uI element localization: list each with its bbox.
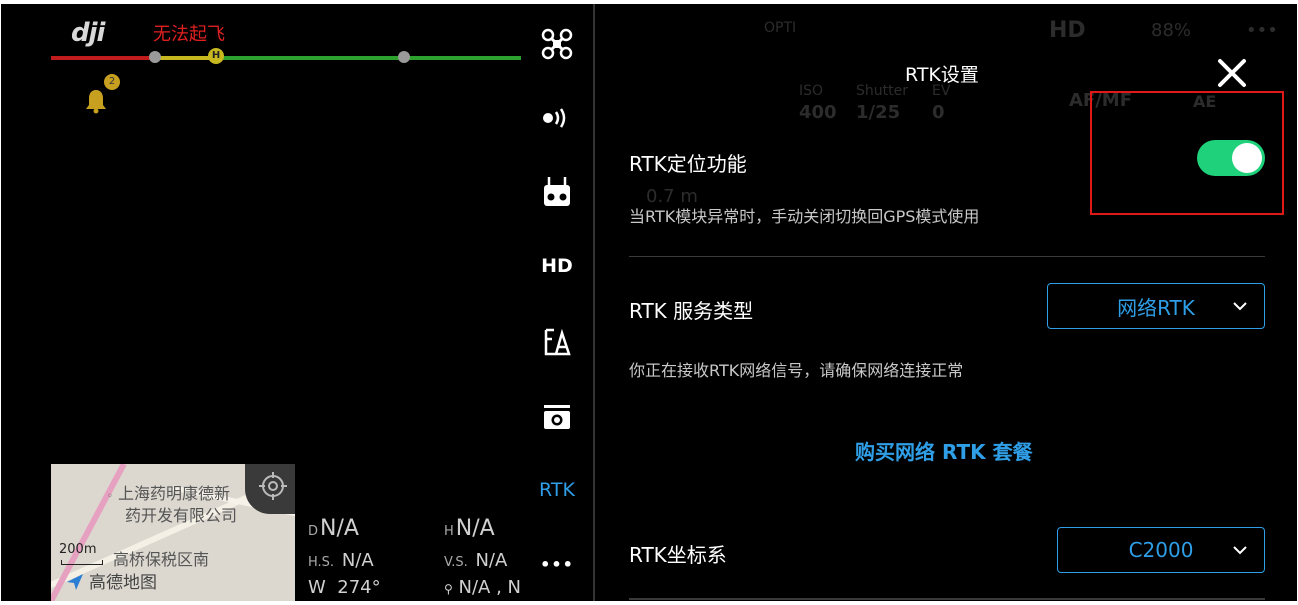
- menu-item-aircraft[interactable]: [521, 24, 593, 64]
- map-scale-bar: [61, 560, 103, 565]
- map-provider-logo: 高德地图: [89, 573, 157, 593]
- battery-settings-icon: [544, 328, 571, 356]
- location-arrow-icon: [67, 574, 83, 590]
- rtk-positioning-label: RTK定位功能: [629, 152, 747, 176]
- telemetry-height: HN/A: [444, 516, 495, 541]
- close-button[interactable]: [1212, 53, 1252, 93]
- chevron-down-icon: [1233, 302, 1247, 311]
- chevron-down-icon: [1233, 546, 1247, 555]
- menu-item-battery[interactable]: [521, 322, 593, 362]
- home-point-marker: H: [208, 48, 224, 64]
- telemetry-distance: DN/A: [308, 516, 359, 541]
- telemetry-heading: W 274°: [308, 577, 381, 598]
- notification-badge: 2: [104, 74, 120, 90]
- map-locate-button[interactable]: [245, 464, 295, 514]
- map-scale: 200m: [59, 542, 97, 557]
- remote-controller-icon: [544, 177, 570, 206]
- rtk-service-type-label: RTK 服务类型: [629, 299, 754, 323]
- map-area-label: 高桥保税区南: [113, 550, 210, 569]
- menu-item-hd[interactable]: HD: [521, 246, 593, 286]
- highlight-box: [1090, 91, 1284, 215]
- telemetry-horizontal-speed: H.S. N/A: [308, 550, 374, 571]
- menu-item-remote-controller[interactable]: [521, 172, 593, 212]
- menu-item-camera[interactable]: [521, 397, 593, 437]
- settings-side-menu: HD RTK •••: [521, 4, 593, 601]
- camera-icon: [544, 405, 570, 429]
- rtk-settings-panel: RTK设置 RTK定位功能 当RTK模块异常时，手动关闭切换回GPS模式使用 R…: [595, 4, 1297, 601]
- rtk-service-type-select[interactable]: 网络RTK: [1047, 283, 1265, 329]
- panel-title: RTK设置: [905, 64, 979, 86]
- row-divider: [629, 256, 1265, 257]
- rtk-coord-system-select[interactable]: C2000: [1057, 527, 1265, 573]
- flight-status: 无法起飞: [153, 24, 225, 45]
- progress-marker: [398, 51, 410, 63]
- drone-icon: [541, 28, 573, 60]
- bell-icon[interactable]: [85, 88, 107, 114]
- progress-danger-segment: [51, 56, 155, 60]
- menu-item-sensing[interactable]: [521, 98, 593, 138]
- crosshair-icon: [259, 472, 287, 500]
- menu-item-more[interactable]: •••: [521, 544, 593, 584]
- telemetry-location: ⚲ N/A , N: [444, 577, 522, 598]
- location-pin-icon: ⚲: [444, 582, 453, 596]
- close-icon: [1218, 59, 1246, 87]
- app-screen: dji 无法起飞 H 2 ◦ 上海药明康德新 药开发有限公司 高桥保税区南 20…: [1, 4, 1297, 601]
- menu-item-rtk[interactable]: RTK: [521, 470, 593, 510]
- row-divider: [629, 598, 1265, 600]
- dji-logo: dji: [71, 18, 105, 48]
- rtk-positioning-desc: 当RTK模块异常时，手动关闭切换回GPS模式使用: [629, 207, 980, 226]
- rtk-service-type-desc: 你正在接收RTK网络信号，请确保网络连接正常: [629, 361, 964, 380]
- buy-network-rtk-link[interactable]: 购买网络 RTK 套餐: [855, 436, 1033, 465]
- progress-marker: [149, 51, 161, 63]
- radar-icon: [543, 108, 566, 128]
- telemetry-vertical-speed: V.S. N/A: [444, 550, 508, 571]
- rtk-coord-system-label: RTK坐标系: [629, 543, 727, 567]
- more-icon: •••: [540, 554, 574, 574]
- route-progress-bar: H: [51, 48, 521, 64]
